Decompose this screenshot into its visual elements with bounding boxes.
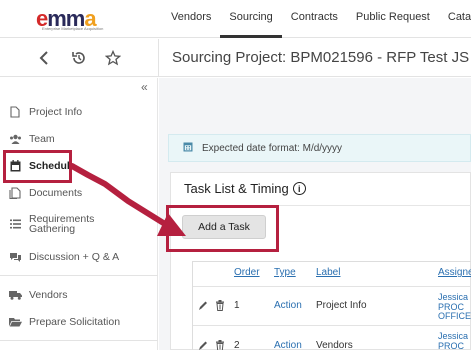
nav-contracts[interactable]: Contracts	[282, 0, 347, 38]
chat-icon	[8, 252, 22, 263]
table-cell-order: 2	[234, 340, 240, 350]
sidebar-item-documents[interactable]: Documents	[8, 187, 82, 199]
edit-icon[interactable]	[198, 340, 208, 350]
sidebar-item-label: Discussion + Q & A	[29, 251, 120, 263]
sidebar-item-vendors[interactable]: Vendors	[8, 289, 68, 301]
sidebar-item-team[interactable]: Team	[8, 133, 55, 145]
sidebar-item-requirements-gathering[interactable]: Requirements Gathering	[8, 214, 94, 234]
nav-public-request[interactable]: Public Request	[347, 0, 439, 38]
nav-sourcing[interactable]: Sourcing	[220, 0, 282, 38]
list-icon	[8, 219, 22, 229]
sidebar-item-label-line2: Gathering	[29, 223, 76, 235]
add-task-highlight-box	[166, 205, 279, 252]
trash-icon[interactable]	[215, 300, 225, 311]
history-icon[interactable]	[69, 48, 89, 68]
table-divider	[193, 325, 471, 326]
logo-tagline: Enterprise Marketplace Acquisition	[42, 26, 104, 31]
table-cell-assignee[interactable]: Jessica PROC	[438, 331, 468, 350]
table-cell-type[interactable]: Action	[274, 300, 302, 311]
table-cell-label: Vendors	[316, 340, 353, 350]
nav-catalog[interactable]: Cata	[439, 0, 471, 38]
folder-icon	[8, 317, 22, 327]
sidebar-item-project-info[interactable]: Project Info	[8, 106, 82, 118]
nav-vendors[interactable]: Vendors	[162, 0, 220, 38]
sidebar-item-prepare-solicitation[interactable]: Prepare Solicitation	[8, 316, 120, 328]
info-icon[interactable]: i	[292, 182, 306, 195]
documents-icon	[8, 187, 22, 199]
page-title: Sourcing Project: BPM021596 - RFP Test J…	[172, 49, 471, 66]
collapse-sidebar-icon[interactable]: «	[141, 80, 148, 94]
task-table: Order Type Label Assigne 1 Action Projec…	[192, 261, 471, 350]
star-icon[interactable]	[103, 48, 123, 68]
table-cell-assignee[interactable]: Jessica PROC OFFICE	[438, 292, 471, 322]
main-nav: Vendors Sourcing Contracts Public Reques…	[162, 0, 471, 38]
top-navbar: e mm a Enterprise Marketplace Acquisition …	[0, 0, 471, 38]
sidebar: « Project Info Team Schedule Documents R…	[0, 78, 158, 350]
schedule-highlight-box	[3, 150, 72, 183]
table-cell-order: 1	[234, 300, 240, 311]
sidebar-item-label: Vendors	[29, 289, 68, 301]
date-format-notice: Expected date format: M/d/yyyy	[168, 134, 471, 162]
date-format-text: Expected date format: M/d/yyyy	[202, 142, 343, 154]
column-header-label[interactable]: Label	[316, 267, 340, 278]
sidebar-item-label: Prepare Solicitation	[29, 316, 121, 328]
sidebar-divider	[0, 275, 158, 276]
sidebar-item-discussion[interactable]: Discussion + Q & A	[8, 251, 119, 263]
sidebar-item-label: Documents	[29, 187, 83, 199]
task-list-title: Task List & Timing i	[184, 181, 306, 196]
team-icon	[8, 134, 22, 144]
table-cell-label: Project Info	[316, 300, 367, 311]
sidebar-item-label: Team	[29, 133, 55, 145]
sidebar-item-label: Project Info	[29, 106, 83, 118]
column-header-order[interactable]: Order	[234, 267, 260, 278]
trash-icon[interactable]	[215, 340, 225, 350]
back-chevron-icon[interactable]	[34, 48, 54, 68]
column-header-type[interactable]: Type	[274, 267, 296, 278]
document-icon	[8, 106, 22, 118]
calendar-icon	[183, 141, 194, 155]
edit-icon[interactable]	[198, 300, 208, 311]
truck-icon	[8, 290, 22, 300]
page-header: Sourcing Project: BPM021596 - RFP Test J…	[0, 39, 471, 77]
table-cell-type[interactable]: Action	[274, 340, 302, 350]
emma-logo[interactable]: e mm a Enterprise Marketplace Acquisition	[36, 6, 118, 32]
header-divider	[158, 39, 159, 77]
sidebar-divider	[0, 340, 158, 341]
column-header-assignee[interactable]: Assigne	[438, 267, 471, 278]
table-divider	[193, 286, 471, 287]
